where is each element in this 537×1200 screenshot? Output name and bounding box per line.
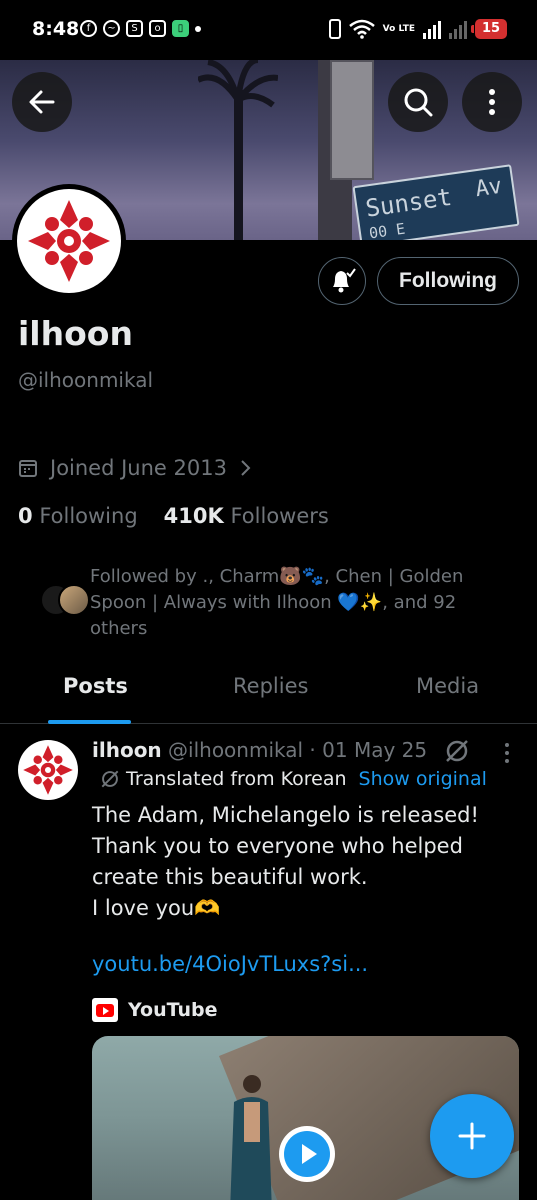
volte-label: Vo LTE bbox=[382, 23, 415, 34]
street-sign-name: Sunset bbox=[363, 182, 454, 223]
profile-tabs: Posts Replies Media bbox=[0, 664, 537, 724]
follower-avatars bbox=[40, 584, 90, 634]
post-author-name[interactable]: ilhoon bbox=[92, 738, 162, 762]
play-button[interactable] bbox=[279, 1126, 335, 1182]
plus-icon bbox=[458, 1122, 486, 1150]
street-sign-suffix: Av bbox=[473, 173, 504, 203]
grok-icon[interactable] bbox=[444, 738, 470, 764]
ornament-logo-icon bbox=[28, 200, 110, 282]
show-original-link[interactable]: Show original bbox=[359, 768, 487, 790]
link-card-source: YouTube bbox=[92, 998, 217, 1022]
shop-icon: S bbox=[126, 20, 143, 37]
post-header: ilhoon @ilhoonmikal · 01 May 25 bbox=[92, 738, 427, 762]
tab-posts[interactable]: Posts bbox=[63, 674, 128, 698]
system-icons: Vo LTE 15 bbox=[328, 19, 507, 39]
followers-stat-label: Followers bbox=[230, 504, 329, 528]
signal-2-icon bbox=[449, 19, 467, 39]
youtube-icon bbox=[92, 998, 118, 1022]
post-more-icon[interactable] bbox=[500, 742, 514, 764]
translation-note: Translated from Korean Show original bbox=[100, 768, 487, 790]
notification-icons: f ~ S o ▯ bbox=[80, 20, 201, 37]
search-icon bbox=[404, 88, 433, 117]
back-button[interactable] bbox=[12, 72, 72, 132]
following-stat[interactable]: 0 Following bbox=[18, 504, 138, 528]
joined-label: Joined June 2013 bbox=[50, 456, 227, 480]
followers-stat[interactable]: 410K Followers bbox=[164, 504, 329, 528]
following-button[interactable]: Following bbox=[377, 257, 519, 305]
play-icon bbox=[284, 1131, 330, 1177]
messenger-icon: ~ bbox=[103, 20, 120, 37]
ornament-logo-icon bbox=[23, 745, 73, 795]
post-author-avatar[interactable] bbox=[18, 740, 78, 800]
facebook-icon: f bbox=[80, 20, 97, 37]
back-arrow-icon bbox=[29, 90, 55, 114]
translated-label: Translated from Korean bbox=[126, 768, 347, 790]
profile-handle: @ilhoonmikal bbox=[18, 368, 154, 392]
profile-display-name: ilhoon bbox=[18, 314, 133, 353]
followed-by-text: Followed by ., Charm🐻🐾, Chen | Golden Sp… bbox=[90, 566, 464, 639]
thumbnail-person-image bbox=[230, 1075, 272, 1200]
chevron-right-icon bbox=[241, 460, 251, 476]
status-bar: 8:48 f ~ S o ▯ Vo LTE 15 bbox=[0, 0, 537, 60]
more-notifications-dot bbox=[195, 26, 201, 32]
follower-avatar bbox=[58, 584, 90, 616]
follow-counts: 0 Following 410K Followers bbox=[18, 504, 329, 528]
active-tab-indicator bbox=[48, 720, 131, 724]
post-link[interactable]: youtu.be/4OioJvTLuxs?si... bbox=[92, 952, 368, 976]
joined-date[interactable]: Joined June 2013 bbox=[18, 456, 251, 480]
wifi-icon bbox=[348, 19, 375, 39]
street-sign: Sunset Av 00 E bbox=[352, 164, 520, 240]
avatar-logo bbox=[17, 189, 121, 293]
status-time: 8:48 bbox=[32, 18, 80, 40]
search-button[interactable] bbox=[388, 72, 448, 132]
app-notification-icon: ▯ bbox=[172, 20, 189, 37]
tab-media[interactable]: Media bbox=[416, 674, 479, 698]
post-author-handle[interactable]: @ilhoonmikal bbox=[168, 738, 303, 762]
post-text: The Adam, Michelangelo is released! Than… bbox=[92, 803, 479, 920]
compose-post-button[interactable] bbox=[430, 1094, 514, 1178]
followed-by[interactable]: Followed by ., Charm🐻🐾, Chen | Golden Sp… bbox=[40, 564, 490, 642]
followers-count: 410K bbox=[163, 504, 224, 528]
translate-icon bbox=[101, 770, 119, 788]
more-vertical-icon bbox=[489, 89, 495, 115]
post-date[interactable]: · 01 May 25 bbox=[309, 738, 427, 762]
battery-icon: 15 bbox=[471, 19, 507, 39]
calendar-icon bbox=[19, 460, 37, 477]
street-sign-number: 00 E bbox=[367, 219, 407, 240]
instagram-icon: o bbox=[149, 20, 166, 37]
notifications-button[interactable] bbox=[318, 257, 366, 305]
pole-box bbox=[330, 60, 374, 180]
signal-icon bbox=[423, 19, 441, 39]
profile-avatar[interactable] bbox=[12, 184, 126, 298]
more-options-button[interactable] bbox=[462, 72, 522, 132]
bell-icon bbox=[333, 268, 356, 293]
palm-trunk bbox=[234, 90, 243, 240]
vibrate-icon bbox=[328, 19, 341, 39]
tab-replies[interactable]: Replies bbox=[233, 674, 308, 698]
following-count: 0 bbox=[18, 504, 33, 528]
card-source-label: YouTube bbox=[128, 999, 218, 1021]
following-stat-label: Following bbox=[39, 504, 138, 528]
